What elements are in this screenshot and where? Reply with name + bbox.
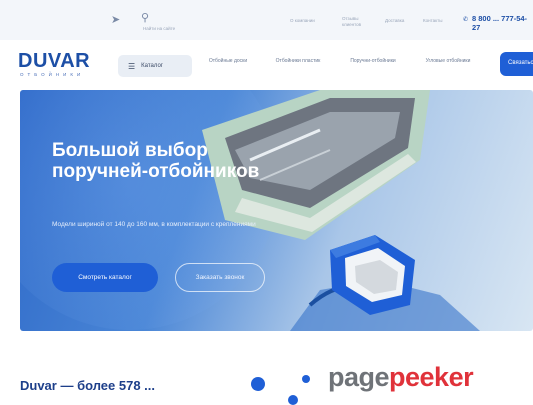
nav-item-boards[interactable]: Отбойные доски (200, 58, 256, 65)
top-bar: ➤ ⚲ Найти на сайте О компании Отзывы кли… (0, 0, 533, 40)
pagepeeker-watermark: pagepeeker (328, 362, 474, 392)
catalog-label: Каталог (141, 63, 163, 69)
logo-subtitle: ОТБОЙНИКИ (20, 72, 85, 77)
hero-description: Модели шириной от 140 до 160 мм, в компл… (52, 221, 256, 228)
request-call-button[interactable]: Заказать звонок (175, 263, 265, 292)
nav-item-plastic[interactable]: Отбойники пластик (270, 58, 326, 65)
topbar-link-about[interactable]: О компании (290, 18, 330, 24)
send-icon[interactable]: ➤ (111, 13, 120, 26)
nav-item-handrails[interactable]: Поручни-отбойники (345, 58, 401, 65)
menu-icon: ☰ (128, 61, 136, 71)
decor-dot (288, 395, 298, 405)
watermark-part1: page (328, 362, 390, 392)
main-navigation: DUVAR ОТБОЙНИКИ ☰ Каталог Отбойные доски… (0, 40, 533, 90)
decor-dot (251, 377, 265, 391)
logo-text: DUVAR (18, 50, 91, 72)
view-catalog-button[interactable]: Смотреть каталог (52, 263, 158, 292)
topbar-link-reviews[interactable]: Отзывы клиентов (342, 16, 372, 28)
search-hint[interactable]: Найти на сайте (143, 26, 175, 32)
watermark-part2: peeker (389, 362, 474, 392)
phone-icon: ✆ (463, 17, 469, 23)
hero-product-image (202, 90, 480, 331)
decor-dot (302, 375, 310, 383)
catalog-button[interactable]: ☰ Каталог (118, 55, 192, 77)
hero-banner: Большой выбор поручней-отбойников Модели… (20, 90, 533, 331)
logo[interactable]: DUVAR ОТБОЙНИКИ (18, 50, 90, 78)
phone-number[interactable]: 8 800 ... 777-54-27 (472, 14, 532, 32)
topbar-link-contacts[interactable]: Контакты (423, 18, 442, 24)
hero-title: Большой выбор поручней-отбойников (52, 140, 260, 182)
topbar-link-delivery[interactable]: Доставка (385, 18, 404, 24)
section-title: Duvar — более 578 ... (20, 378, 156, 393)
contact-button[interactable]: Связаться (500, 52, 533, 76)
search-icon[interactable]: ⚲ (141, 11, 149, 24)
nav-item-corner[interactable]: Угловые отбойники (420, 58, 476, 65)
